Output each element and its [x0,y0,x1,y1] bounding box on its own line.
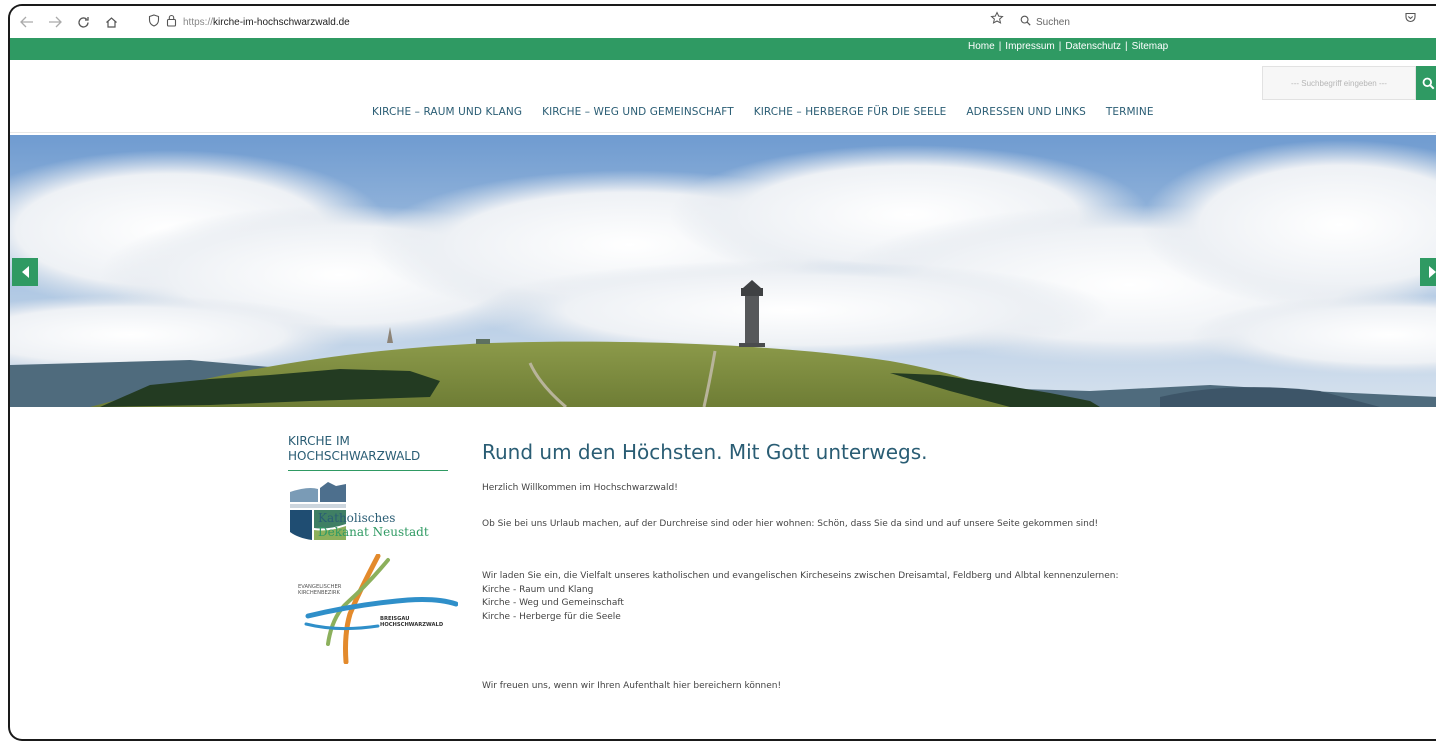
list-item: Kirche - Herberge für die Seele [482,611,621,622]
list-item: Kirche - Raum und Klang [482,584,594,595]
arrow-right-icon [1429,266,1436,278]
arrow-left-icon [22,266,29,278]
logo-evangelischer-kirchenbezirk[interactable]: EVANGELISCHER KIRCHENBEZIRK BREISGAU HOC… [288,553,459,665]
url-domain: kirche-im-hochschwarzwald.de [213,16,350,28]
sidebar-title: KIRCHE IM HOCHSCHWARZWALD [288,434,458,464]
top-bar: Home | Impressum | Datenschutz | Sitemap [10,38,1436,60]
reload-icon[interactable] [72,11,94,33]
back-icon[interactable] [16,11,38,33]
hero-slider [10,135,1436,407]
search-icon [1020,15,1031,29]
separator: | [998,41,1002,52]
logo-katholisches-dekanat[interactable]: Katholisches Dekanat Neustadt [288,480,458,548]
star-icon[interactable] [990,11,1004,28]
hero-landscape-image [10,135,1436,407]
top-link-home[interactable]: Home [968,41,995,52]
search-icon [1422,77,1434,89]
main-navigation: KIRCHE – RAUM UND KLANG KIRCHE – WEG UND… [372,106,1154,118]
url-prefix: https:// [183,16,214,28]
logo-kath-line1: Katholisches [318,511,395,525]
top-link-sitemap[interactable]: Sitemap [1132,41,1169,52]
browser-search-box[interactable]: Suchen [1020,11,1390,33]
welcome-text: Herzlich Willkommen im Hochschwarzwald! [482,483,678,493]
offer-paragraph: Wir laden Sie ein, die Vielfalt unseres … [482,570,1142,624]
separator: | [1124,41,1128,52]
nav-item-termine[interactable]: TERMINE [1106,106,1154,118]
offer-text: Wir laden Sie ein, die Vielfalt unseres … [482,571,1119,581]
browser-toolbar: https://kirche-im-hochschwarzwald.de Suc… [10,6,1436,38]
list-item: Kirche - Weg und Gemeinschaft [482,598,624,609]
lock-icon[interactable] [166,14,177,30]
slider-next-button[interactable] [1420,258,1436,286]
nav-item-herberge[interactable]: KIRCHE – HERBERGE FÜR DIE SEELE [754,106,947,118]
logo-evang-line4: HOCHSCHWARZWALD [380,622,444,628]
site-search-button[interactable] [1416,66,1436,100]
logo-evang-line2: KIRCHENBEZIRK [298,590,340,596]
sidebar-title-line2: HOCHSCHWARZWALD [288,449,421,463]
nav-item-adressen[interactable]: ADRESSEN UND LINKS [966,106,1085,118]
url-text[interactable]: https://kirche-im-hochschwarzwald.de [183,17,350,28]
page-title: Rund um den Höchsten. Mit Gott unterwegs… [482,440,928,464]
forward-icon[interactable] [44,11,66,33]
pocket-icon[interactable] [1404,11,1417,27]
site-search-input[interactable]: --- Suchbegriff eingeben --- [1262,66,1416,100]
closing-text: Wir freuen uns, wenn wir Ihren Aufenthal… [482,681,782,691]
slider-prev-button[interactable] [12,258,38,286]
site-search: --- Suchbegriff eingeben --- [1262,66,1436,100]
top-links: Home | Impressum | Datenschutz | Sitemap [968,41,1168,52]
top-link-impressum[interactable]: Impressum [1005,41,1054,52]
shield-icon[interactable] [148,14,160,30]
sidebar-divider [288,470,448,471]
top-link-datenschutz[interactable]: Datenschutz [1065,41,1121,52]
nav-item-weg-und-gemeinschaft[interactable]: KIRCHE – WEG UND GEMEINSCHAFT [542,106,734,118]
logo-kath-line2: Dekanat Neustadt [318,525,429,539]
sidebar-title-line1: KIRCHE IM [288,434,350,448]
intro-paragraph: Ob Sie bei uns Urlaub machen, auf der Du… [482,519,1099,529]
home-icon[interactable] [100,11,122,33]
nav-divider [10,132,1436,133]
browser-window: https://kirche-im-hochschwarzwald.de Suc… [8,4,1436,741]
separator: | [1058,41,1062,52]
browser-search-placeholder: Suchen [1036,16,1070,28]
nav-buttons [16,11,122,33]
address-bar[interactable]: https://kirche-im-hochschwarzwald.de [148,11,350,33]
nav-item-raum-und-klang[interactable]: KIRCHE – RAUM UND KLANG [372,106,522,118]
